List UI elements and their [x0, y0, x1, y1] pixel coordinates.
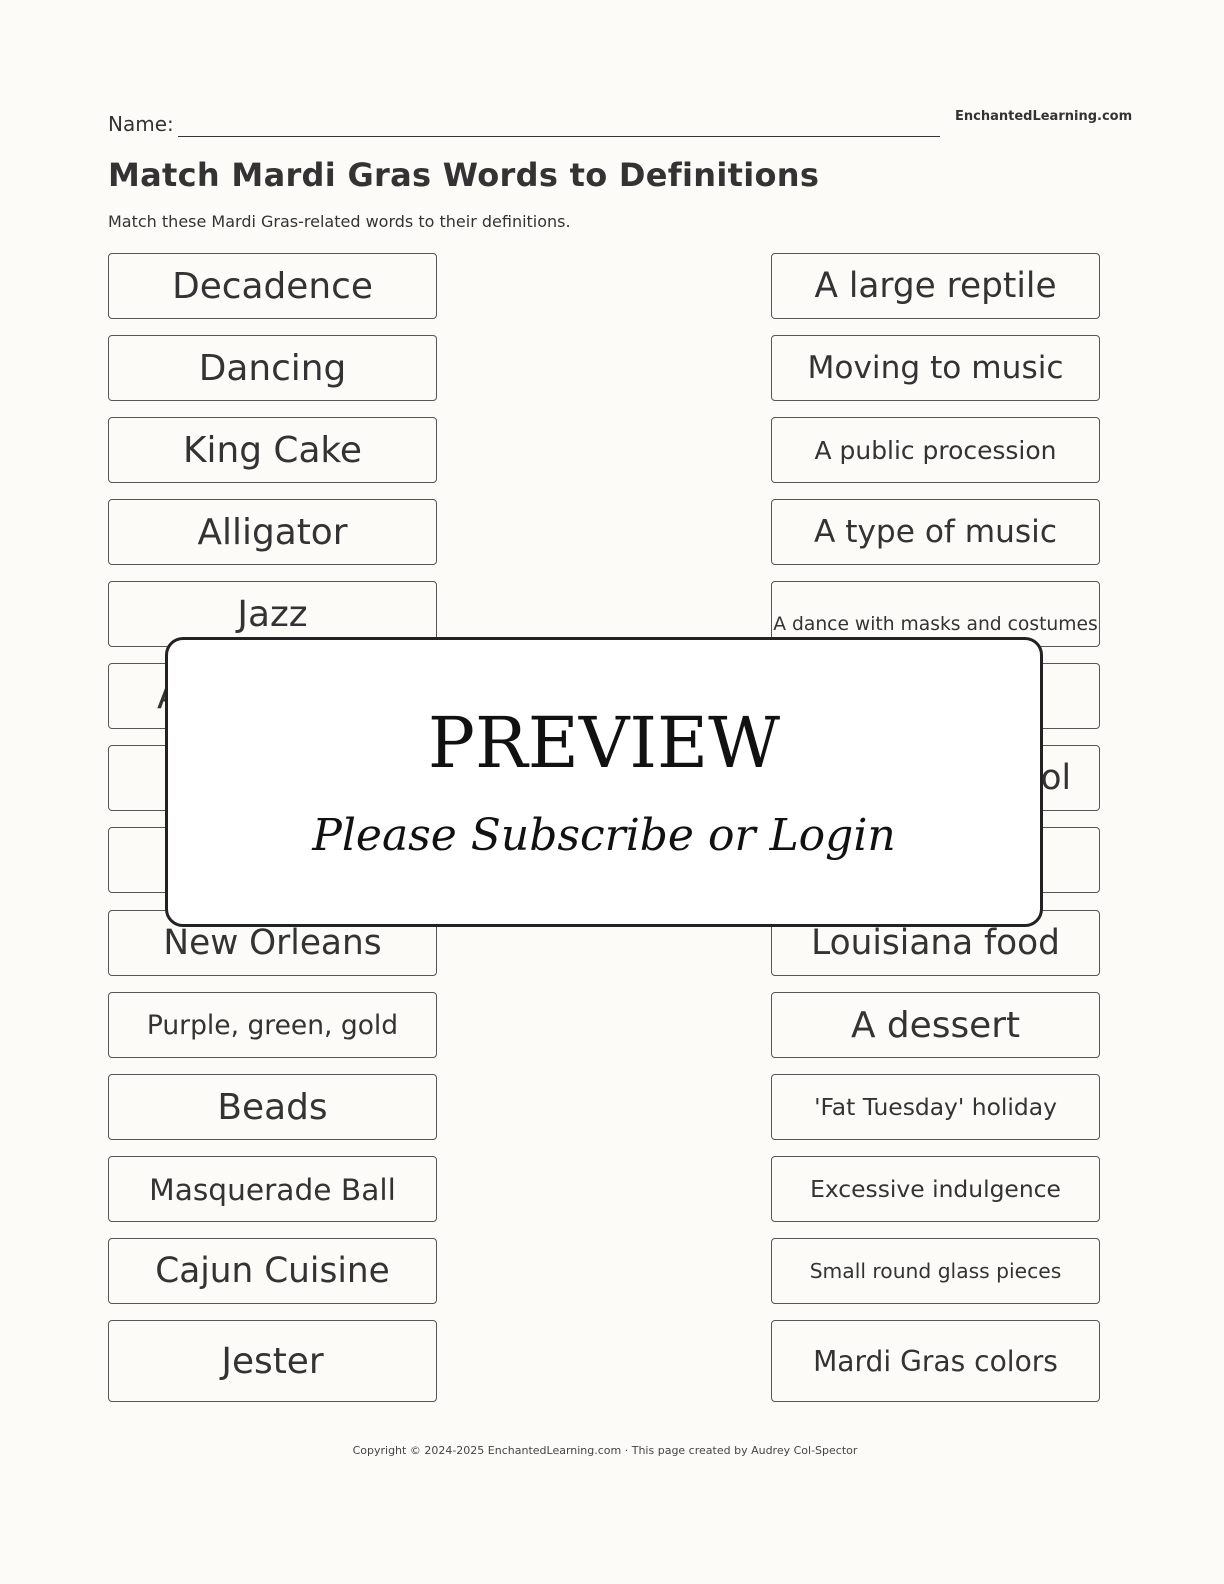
definition-box: A dessert [771, 992, 1100, 1058]
definition-box: Mardi Gras colors [771, 1320, 1100, 1402]
word-text: Purple, green, gold [146, 1009, 399, 1041]
definition-text: ol [1040, 758, 1071, 798]
name-label: Name: [108, 112, 174, 136]
word-box: Cajun Cuisine [108, 1238, 437, 1304]
definition-text: A dessert [850, 1004, 1021, 1046]
definition-text: A dance with masks and costumes [773, 613, 1098, 635]
word-box: Purple, green, gold [108, 992, 437, 1058]
definition-box: 'Fat Tuesday' holiday [771, 1074, 1100, 1140]
definition-text: Louisiana food [811, 923, 1060, 963]
definition-text: Mardi Gras colors [813, 1344, 1058, 1378]
definition-box: A type of music [771, 499, 1100, 565]
definition-text: Excessive indulgence [810, 1175, 1061, 1203]
instructions: Match these Mardi Gras-related words to … [108, 212, 571, 231]
word-text: Jazz [237, 593, 308, 635]
footer-copyright: Copyright © 2024-2025 EnchantedLearning.… [352, 1444, 858, 1457]
page-title: Match Mardi Gras Words to Definitions [108, 156, 820, 194]
word-text: King Cake [182, 429, 362, 471]
definition-text: A public procession [814, 435, 1057, 465]
preview-overlay: PREVIEW Please Subscribe or Login [165, 637, 1043, 927]
definition-box: A large reptile [771, 253, 1100, 319]
word-box: Masquerade Ball [108, 1156, 437, 1222]
word-text: Masquerade Ball [149, 1171, 396, 1207]
definition-text: A large reptile [814, 266, 1057, 306]
subscribe-login-message[interactable]: Please Subscribe or Login [168, 810, 1040, 861]
definition-box: Excessive indulgence [771, 1156, 1100, 1222]
brand-logo-text: EnchantedLearning.com [955, 109, 1133, 124]
word-text: Decadence [172, 265, 373, 307]
word-text: Beads [217, 1086, 328, 1128]
definition-box: A public procession [771, 417, 1100, 483]
definition-text: 'Fat Tuesday' holiday [814, 1093, 1057, 1121]
word-box: Dancing [108, 335, 437, 401]
definition-box: Moving to music [771, 335, 1100, 401]
word-box: King Cake [108, 417, 437, 483]
word-text: Alligator [197, 511, 348, 553]
name-input-line[interactable] [178, 136, 940, 137]
word-box: Beads [108, 1074, 437, 1140]
word-box: Alligator [108, 499, 437, 565]
definition-text: A type of music [813, 514, 1057, 550]
word-text: Dancing [198, 347, 347, 389]
word-text: Jester [221, 1340, 324, 1382]
definition-text: Moving to music [807, 350, 1064, 386]
preview-title: PREVIEW [427, 702, 781, 784]
definition-box: Small round glass pieces [771, 1238, 1100, 1304]
word-box: Decadence [108, 253, 437, 319]
definition-text: Small round glass pieces [809, 1259, 1062, 1283]
word-text: New Orleans [163, 923, 382, 963]
word-box: Jester [108, 1320, 437, 1402]
word-text: Cajun Cuisine [155, 1251, 390, 1291]
